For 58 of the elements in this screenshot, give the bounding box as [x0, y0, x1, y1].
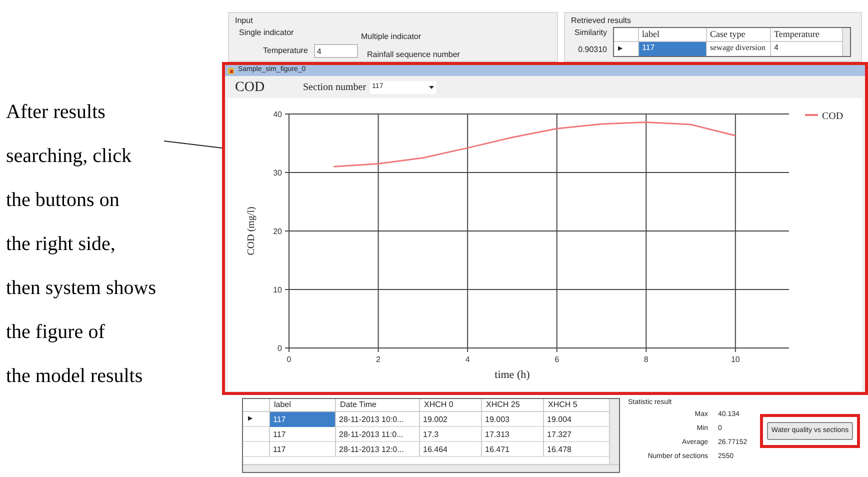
table-cell: 117 [269, 442, 335, 456]
annotation-text: After results searching, click the buttons on the right side, then system shows the figure of the model results [6, 100, 156, 389]
x-tick-label: 8 [644, 355, 648, 364]
field-label: Rainfall sequence number [366, 49, 460, 61]
group-title: Single indicator [238, 27, 295, 39]
column-header: label [269, 399, 335, 411]
table-cell: sewage diversion [706, 42, 770, 56]
x-tick-label: 6 [554, 355, 560, 364]
leader-line [164, 140, 224, 150]
y-tick-label: 30 [273, 168, 282, 178]
x-tick-label: 4 [465, 355, 470, 364]
table-cell: 28-11-2013 12:0... [335, 442, 419, 456]
table-cell: 17.313 [481, 426, 543, 442]
column-header: Date Time [335, 399, 419, 411]
y-tick-label: 20 [273, 227, 282, 236]
table-cell: 4 [770, 42, 838, 56]
table-cell: 117 [269, 412, 335, 426]
chart-heading: COD [235, 78, 266, 96]
x-tick-label: 2 [376, 355, 380, 364]
table-cell: 16.478 [543, 442, 605, 456]
table-cell: 16.471 [481, 442, 543, 456]
group-title: Multiple indicator [361, 31, 422, 43]
y-tick-label: 40 [273, 110, 282, 119]
table-cell: 17.327 [543, 426, 605, 442]
legend-label: COD [822, 111, 844, 122]
horizontal-scrollbar[interactable] [243, 464, 619, 472]
temperature-field[interactable]: 4 [314, 44, 358, 58]
scrollbar[interactable] [609, 399, 619, 464]
column-header: XHCH 5 [543, 399, 605, 411]
group-title: Input [235, 16, 253, 25]
table-cell: 16.464 [419, 442, 481, 456]
column-header: XHCH 0 [419, 399, 481, 411]
table-cell: 19.002 [419, 412, 481, 426]
x-tick-label: 10 [730, 355, 740, 364]
similarity-value: 0.90310 [578, 44, 607, 56]
table-cell: 19.004 [543, 412, 605, 426]
table-cell: 28-11-2013 11:0... [335, 426, 419, 442]
y-tick-label: 10 [273, 286, 282, 294]
caret-icon [429, 86, 434, 88]
column-header: Case type [706, 28, 770, 41]
table-cell: 28-11-2013 10:0... [335, 412, 419, 426]
column-header: XHCH 25 [481, 399, 543, 411]
x-tick-label: 0 [286, 355, 292, 364]
app-icon [227, 66, 235, 74]
table-cell: 19.003 [481, 412, 543, 426]
column-header: Temperature [770, 28, 838, 41]
group-title: Retrieved results [571, 15, 632, 27]
table-cell: 117 [638, 42, 706, 56]
table-cell: 117 [269, 426, 335, 442]
x-axis-title: time (h) [494, 369, 530, 381]
table-cell: 17.3 [419, 426, 481, 442]
field-label: Similarity [574, 27, 607, 39]
column-header: label [638, 28, 706, 41]
y-tick-label: 0 [278, 344, 282, 353]
y-axis-title: COD (mg/l) [246, 206, 257, 256]
section-label: Section number [303, 80, 366, 94]
field-label: Temperature [263, 45, 308, 57]
scrollbar[interactable] [842, 28, 850, 56]
